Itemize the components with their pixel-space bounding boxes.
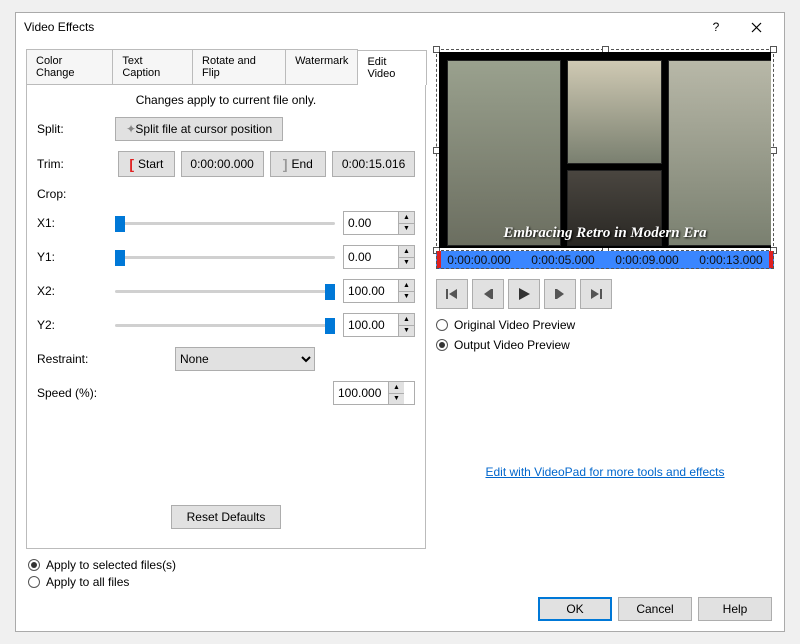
preview-thumb bbox=[567, 60, 662, 164]
crop-handle[interactable] bbox=[770, 147, 777, 154]
apply-all-radio[interactable]: Apply to all files bbox=[28, 575, 772, 589]
x2-spinbox[interactable]: ▲▼ bbox=[343, 279, 415, 303]
y2-input[interactable] bbox=[344, 314, 398, 336]
edit-video-panel: Changes apply to current file only. Spli… bbox=[26, 85, 426, 549]
spin-up-icon[interactable]: ▲ bbox=[398, 314, 414, 326]
apply-all-label: Apply to all files bbox=[46, 575, 129, 589]
crop-label: Crop: bbox=[37, 187, 115, 201]
timeline-mark: 0:00:00.000 bbox=[437, 253, 521, 267]
x1-input[interactable] bbox=[344, 212, 398, 234]
play-button[interactable] bbox=[508, 279, 540, 309]
restraint-label: Restraint: bbox=[37, 352, 175, 366]
preview-thumb bbox=[668, 60, 771, 246]
help-button[interactable]: Help bbox=[698, 597, 772, 621]
trim-start-label: Start bbox=[138, 157, 163, 171]
radio-icon bbox=[28, 576, 40, 588]
video-effects-dialog: Video Effects ? Color Change Text Captio… bbox=[15, 12, 785, 632]
tab-rotate-flip[interactable]: Rotate and Flip bbox=[192, 49, 286, 84]
go-to-end-button[interactable] bbox=[580, 279, 612, 309]
spin-up-icon[interactable]: ▲ bbox=[398, 246, 414, 258]
speed-input[interactable] bbox=[334, 382, 388, 404]
spin-down-icon[interactable]: ▼ bbox=[398, 326, 414, 337]
y2-label: Y2: bbox=[37, 318, 115, 332]
tab-edit-video[interactable]: Edit Video bbox=[357, 50, 427, 85]
split-label: Split: bbox=[37, 122, 115, 136]
y1-input[interactable] bbox=[344, 246, 398, 268]
tab-watermark[interactable]: Watermark bbox=[285, 49, 358, 84]
timeline-mark: 0:00:05.000 bbox=[521, 253, 605, 267]
x1-label: X1: bbox=[37, 216, 115, 230]
spin-up-icon[interactable]: ▲ bbox=[398, 280, 414, 292]
preview-thumb bbox=[447, 60, 561, 246]
radio-icon bbox=[436, 319, 448, 331]
timeline[interactable]: 0:00:00.000 0:00:05.000 0:00:09.000 0:00… bbox=[436, 251, 774, 269]
y2-slider[interactable] bbox=[115, 316, 335, 334]
step-back-button[interactable] bbox=[472, 279, 504, 309]
apply-selected-label: Apply to selected files(s) bbox=[46, 558, 176, 572]
step-forward-button[interactable] bbox=[544, 279, 576, 309]
bracket-left-icon: [ bbox=[129, 156, 134, 172]
crop-handle[interactable] bbox=[770, 46, 777, 53]
spin-down-icon[interactable]: ▼ bbox=[388, 394, 404, 405]
radio-icon bbox=[436, 339, 448, 351]
original-preview-radio[interactable]: Original Video Preview bbox=[436, 318, 774, 332]
tab-strip: Color Change Text Caption Rotate and Fli… bbox=[26, 49, 426, 85]
x2-input[interactable] bbox=[344, 280, 398, 302]
spin-up-icon[interactable]: ▲ bbox=[388, 382, 404, 394]
tab-color-change[interactable]: Color Change bbox=[26, 49, 113, 84]
trim-end-button[interactable]: ] End bbox=[270, 151, 327, 177]
output-preview-radio[interactable]: Output Video Preview bbox=[436, 338, 774, 352]
spin-down-icon[interactable]: ▼ bbox=[398, 258, 414, 269]
reset-defaults-button[interactable]: Reset Defaults bbox=[171, 505, 281, 529]
split-icon: ✦ bbox=[126, 122, 135, 136]
titlebar: Video Effects ? bbox=[16, 13, 784, 41]
apply-selected-radio[interactable]: Apply to selected files(s) bbox=[28, 558, 772, 572]
y1-slider[interactable] bbox=[115, 248, 335, 266]
y2-spinbox[interactable]: ▲▼ bbox=[343, 313, 415, 337]
split-at-cursor-button[interactable]: ✦ Split file at cursor position bbox=[115, 117, 283, 141]
trim-end-time[interactable]: 0:00:15.016 bbox=[332, 151, 415, 177]
spin-down-icon[interactable]: ▼ bbox=[398, 292, 414, 303]
panel-note: Changes apply to current file only. bbox=[37, 93, 415, 107]
original-preview-label: Original Video Preview bbox=[454, 318, 575, 332]
x2-label: X2: bbox=[37, 284, 115, 298]
trim-end-label: End bbox=[292, 157, 313, 171]
timeline-in-handle[interactable] bbox=[437, 251, 441, 268]
ok-button[interactable]: OK bbox=[538, 597, 612, 621]
speed-label: Speed (%): bbox=[37, 386, 237, 400]
output-preview-label: Output Video Preview bbox=[454, 338, 570, 352]
timeline-mark: 0:00:09.000 bbox=[605, 253, 689, 267]
video-preview: Embracing Retro in Modern Era bbox=[439, 52, 771, 248]
dialog-title: Video Effects bbox=[24, 20, 696, 34]
spin-down-icon[interactable]: ▼ bbox=[398, 224, 414, 235]
speed-spinbox[interactable]: ▲▼ bbox=[333, 381, 415, 405]
split-button-label: Split file at cursor position bbox=[135, 122, 272, 136]
help-icon[interactable]: ? bbox=[696, 15, 736, 39]
restraint-select[interactable]: None bbox=[175, 347, 315, 371]
tab-text-caption[interactable]: Text Caption bbox=[112, 49, 193, 84]
close-icon[interactable] bbox=[736, 15, 776, 39]
spin-up-icon[interactable]: ▲ bbox=[398, 212, 414, 224]
radio-icon bbox=[28, 559, 40, 571]
timeline-out-handle[interactable] bbox=[769, 251, 773, 268]
go-to-start-button[interactable] bbox=[436, 279, 468, 309]
cancel-button[interactable]: Cancel bbox=[618, 597, 692, 621]
x2-slider[interactable] bbox=[115, 282, 335, 300]
videopad-link[interactable]: Edit with VideoPad for more tools and ef… bbox=[436, 465, 774, 479]
preview-crop-frame[interactable]: Embracing Retro in Modern Era bbox=[436, 49, 774, 251]
preview-caption: Embracing Retro in Modern Era bbox=[439, 225, 771, 242]
trim-label: Trim: bbox=[37, 157, 112, 171]
trim-start-time[interactable]: 0:00:00.000 bbox=[181, 151, 264, 177]
bracket-right-icon: ] bbox=[283, 156, 288, 172]
x1-slider[interactable] bbox=[115, 214, 335, 232]
x1-spinbox[interactable]: ▲▼ bbox=[343, 211, 415, 235]
timeline-mark: 0:00:13.000 bbox=[689, 253, 773, 267]
y1-spinbox[interactable]: ▲▼ bbox=[343, 245, 415, 269]
trim-start-button[interactable]: [ Start bbox=[118, 151, 175, 177]
y1-label: Y1: bbox=[37, 250, 115, 264]
